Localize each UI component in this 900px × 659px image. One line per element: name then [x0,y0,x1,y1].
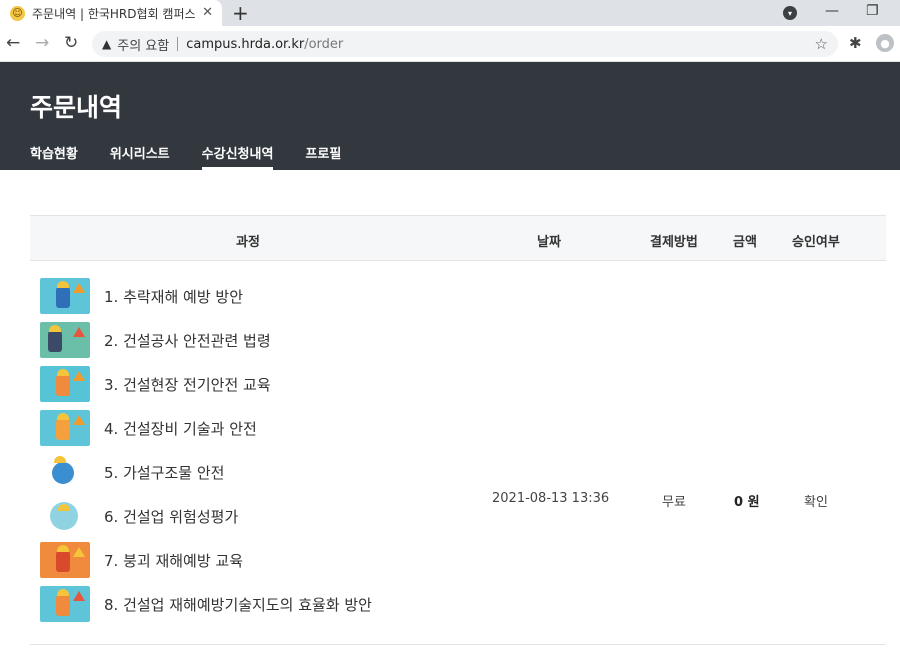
account-icon[interactable]: ● [876,34,894,52]
course-thumbnail [40,498,90,534]
url-host: campus.hrda.or.kr [186,36,305,52]
page-header: 주문내역 학습현황 위시리스트 수강신청내역 프로필 [0,62,900,170]
smiley-favicon-icon: ☺ [10,5,25,21]
browser-tabstrip: ☺ 주문내역 | 한국HRD협회 캠퍼스 ✕ + ▾ — ❐ [0,0,900,26]
order-date: 2021-08-13 13:36 [492,491,610,506]
column-approval: 승인여부 [792,235,840,250]
course-item[interactable]: 8. 건설업 재해예방기술지도의 효율화 방안 [40,586,372,622]
forward-icon[interactable]: → [35,33,49,53]
order-amount: 0 원 [734,495,760,510]
warning-icon: ▲ [102,37,112,51]
close-tab-icon[interactable]: ✕ [202,5,213,20]
course-item[interactable]: 5. 가설구조물 안전 [40,454,224,490]
reload-icon[interactable]: ↻ [64,33,78,53]
course-thumbnail [40,542,90,578]
order-table: 과정 날짜 결제방법 금액 승인여부 1. 추락재해 예방 방안 2. 건설공사… [30,215,886,645]
course-title[interactable]: 4. 건설장비 기술과 안전 [104,418,257,439]
course-title[interactable]: 6. 건설업 위험성평가 [104,506,238,527]
course-title[interactable]: 2. 건설공사 안전관련 법령 [104,330,271,351]
tab-profile[interactable]: 프로필 [305,142,341,170]
table-header: 과정 날짜 결제방법 금액 승인여부 [30,215,886,261]
course-thumbnail [40,278,90,314]
table-row: 1. 추락재해 예방 방안 2. 건설공사 안전관련 법령 3. 건설현장 전기… [30,261,886,645]
course-thumbnail [40,322,90,358]
browser-tab[interactable]: ☺ 주문내역 | 한국HRD협회 캠퍼스 ✕ [0,0,222,26]
tab-wishlist[interactable]: 위시리스트 [110,142,170,170]
address-bar[interactable]: ▲ 주의 요함 campus.hrda.or.kr/order ☆ [92,31,838,57]
course-title[interactable]: 3. 건설현장 전기안전 교육 [104,374,271,395]
course-item[interactable]: 2. 건설공사 안전관련 법령 [40,322,271,358]
security-label[interactable]: 주의 요함 [117,35,169,54]
column-payment: 결제방법 [650,235,698,250]
column-date: 날짜 [537,235,561,250]
course-title[interactable]: 5. 가설구조물 안전 [104,462,224,483]
tab-search-icon[interactable]: ▾ [783,6,797,20]
tab-learning-status[interactable]: 학습현황 [30,142,78,170]
column-course: 과정 [236,235,260,250]
tab-enrollment-history[interactable]: 수강신청내역 [201,142,274,170]
restore-icon[interactable]: ❐ [866,3,879,19]
column-amount: 금액 [733,235,757,250]
course-thumbnail [40,366,90,402]
tab-title: 주문내역 | 한국HRD협회 캠퍼스 [32,6,196,21]
bookmark-star-icon[interactable]: ☆ [815,35,828,53]
course-title[interactable]: 1. 추락재해 예방 방안 [104,286,243,307]
page-nav: 학습현황 위시리스트 수강신청내역 프로필 [30,142,373,170]
extensions-icon[interactable]: ✱ [849,34,862,52]
page-title: 주문내역 [30,93,123,122]
course-title[interactable]: 7. 붕괴 재해예방 교육 [104,550,243,571]
course-item[interactable]: 7. 붕괴 재해예방 교육 [40,542,243,578]
course-thumbnail [40,586,90,622]
payment-method: 무료 [662,495,686,510]
minimize-icon[interactable]: — [825,3,839,19]
course-item[interactable]: 6. 건설업 위험성평가 [40,498,238,534]
course-title[interactable]: 8. 건설업 재해예방기술지도의 효율화 방안 [104,594,372,615]
new-tab-icon[interactable]: + [232,1,249,25]
url-path: /order [304,36,344,52]
course-item[interactable]: 3. 건설현장 전기안전 교육 [40,366,271,402]
course-item[interactable]: 4. 건설장비 기술과 안전 [40,410,257,446]
divider [177,37,179,51]
approval-status: 확인 [804,495,828,510]
course-thumbnail [40,454,90,490]
course-item[interactable]: 1. 추락재해 예방 방안 [40,278,243,314]
back-icon[interactable]: ← [6,33,20,53]
course-thumbnail [40,410,90,446]
browser-toolbar: ← → ↻ ▲ 주의 요함 campus.hrda.or.kr/order ☆ … [0,26,900,62]
